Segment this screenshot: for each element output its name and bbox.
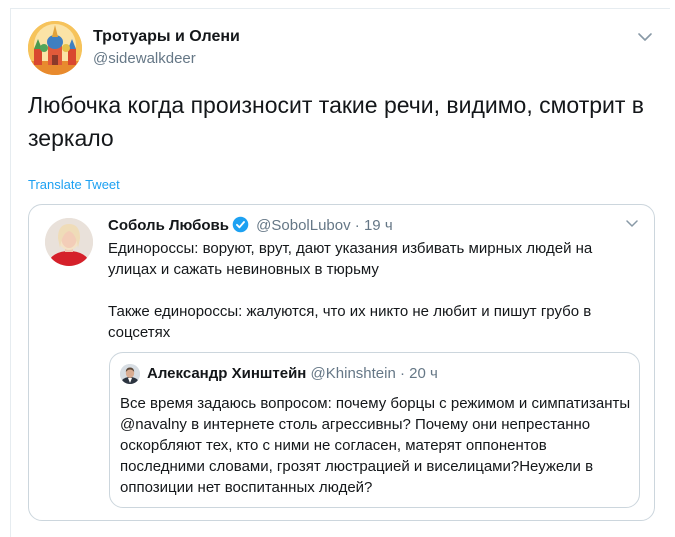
tweet-card: Тротуары и Олени @sidewalkdeer Любочка к… — [10, 8, 670, 537]
translate-tweet-link[interactable]: Translate Tweet — [28, 177, 120, 192]
verified-badge-icon — [232, 216, 249, 237]
quoted-author-avatar[interactable] — [45, 218, 93, 266]
nested-author-name[interactable]: Александр Хинштейн — [147, 365, 306, 382]
quoted-author-handle[interactable]: @SobolLubov — [256, 217, 350, 234]
author-avatar[interactable] — [28, 21, 82, 75]
kremlin-avatar-illustration — [28, 21, 82, 75]
nested-tweet-time[interactable]: 20 ч — [409, 365, 438, 382]
tweet-text: Любочка когда произносит такие речи, вид… — [28, 92, 645, 151]
dot-separator: · — [399, 365, 405, 382]
author-handle[interactable]: @sidewalkdeer — [93, 50, 196, 67]
chevron-down-icon[interactable] — [623, 217, 641, 231]
nested-tweet-header: Александр Хинштейн @Khinshtein · 20 ч — [147, 365, 438, 382]
person-avatar-photo — [120, 364, 140, 384]
dot-separator: · — [354, 217, 360, 234]
quoted-paragraph: Также единороссы: жалуются, что их никто… — [108, 303, 592, 341]
author-name[interactable]: Тротуары и Олени — [93, 28, 240, 46]
quoted-tweet-text: Единороссы: воруют, врут, дают указания … — [108, 238, 638, 343]
chevron-down-icon[interactable] — [635, 29, 655, 45]
quoted-author-name[interactable]: Соболь Любовь — [108, 217, 229, 234]
quoted-tweet-time[interactable]: 19 ч — [364, 217, 393, 234]
quoted-tweet[interactable]: Соболь Любовь @SobolLubov · 19 ч Единоро… — [28, 204, 655, 521]
quoted-paragraph: Единороссы: воруют, врут, дают указания … — [108, 240, 593, 278]
person-avatar-photo — [45, 218, 93, 266]
nested-quoted-tweet[interactable]: Александр Хинштейн @Khinshtein · 20 ч Вс… — [109, 352, 640, 508]
nested-author-handle[interactable]: @Khinshtein — [311, 365, 396, 382]
nested-tweet-text: Все время задаюсь вопросом: почему борцы… — [120, 395, 631, 496]
quoted-tweet-header: Соболь Любовь @SobolLubov · 19 ч — [108, 216, 393, 237]
nested-author-avatar[interactable] — [120, 364, 140, 384]
